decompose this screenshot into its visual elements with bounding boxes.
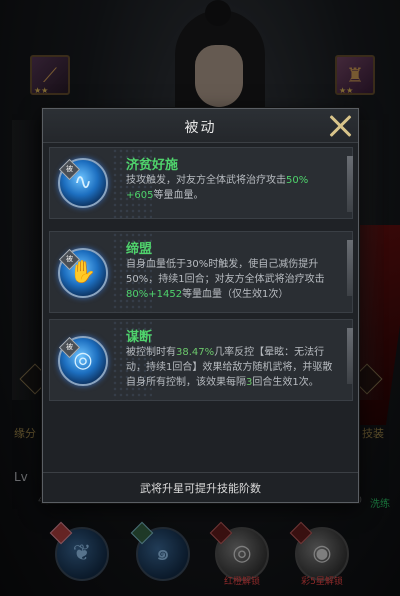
skill-name: 缔盟: [126, 242, 153, 257]
skill-name: 济贫好施: [126, 158, 179, 173]
skill-description: 自身血量低于30%时触发，使自己减伤提升50%，持续1回合；对友方全体武将治疗攻…: [126, 259, 325, 300]
skill-icon: ◎ 被: [58, 336, 108, 386]
dialog-footer: 武将升星可提升技能阶数: [43, 472, 358, 502]
star-upgrade-hint: 武将升星可提升技能阶数: [140, 482, 261, 495]
skill-icon: ∿ 被: [58, 158, 108, 208]
dialog-header: 被动: [43, 109, 358, 143]
close-button[interactable]: [328, 114, 352, 138]
skill-card: ✋ 被 缔盟 自身血量低于30%时触发，使自己减伤提升50%，持续1回合；对友方…: [49, 231, 353, 313]
dialog-title: 被动: [184, 120, 217, 136]
skill-description: 被控制时有38.47%几率反控【晕眩：无法行动，持续1回合】效果给敌方随机武将，…: [126, 347, 333, 388]
skill-icon: ✋ 被: [58, 248, 108, 298]
skill-card: ∿ 被 济贫好施 技攻触发，对友方全体武将治疗攻击50% +605等量血量。: [49, 147, 353, 219]
skill-name: 谋断: [126, 330, 153, 345]
skill-description: 技攻触发，对友方全体武将治疗攻击50% +605等量血量。: [126, 175, 309, 201]
passive-skill-dialog: 被动 ∿ 被 济贫好施 技攻触发，对友方全体武将治疗攻击50% +605等量血量。…: [42, 108, 359, 503]
skill-card: ◎ 被 谋断 被控制时有38.47%几率反控【晕眩：无法行动，持续1回合】效果给…: [49, 319, 353, 401]
